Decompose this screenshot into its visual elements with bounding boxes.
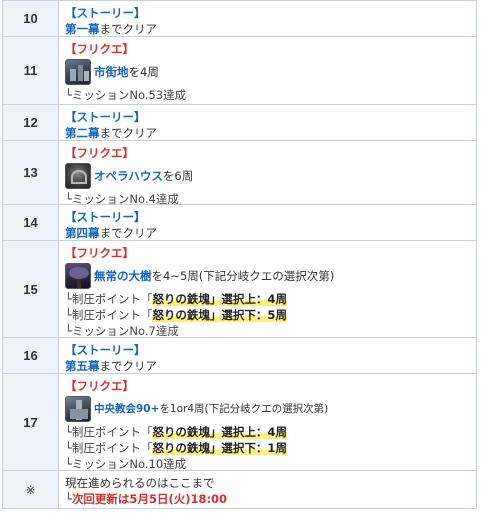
story-tag: 【ストーリー】 [65, 210, 146, 224]
branch-note: └制圧ポイント「怒りの鉄塊」選択下：5周 [65, 308, 287, 322]
row-suffix: までクリア [99, 126, 158, 140]
row-number: 12 [3, 105, 59, 140]
story-link[interactable]: 第四幕 [65, 226, 100, 240]
quest-link[interactable]: オペラハウス [94, 168, 163, 184]
row-suffix: を1or4周(下記分岐クエの選択次第) [159, 403, 329, 415]
row-number: 13 [3, 141, 59, 204]
row-suffix: を4~5周(下記分岐クエの選択次第) [151, 269, 335, 283]
great-tree-thumbnail [65, 263, 91, 289]
row-content: 【フリクエ】 無常の大樹 を4~5周(下記分岐クエの選択次第) └制圧ポイント「怒… [59, 241, 476, 338]
branch-note: └制圧ポイント「怒りの鉄塊」選択下：1周 [65, 441, 287, 455]
story-tag: 【ストーリー】 [65, 343, 146, 357]
row-content: 【ストーリー】 第一幕までクリア [59, 1, 476, 36]
row-suffix: までクリア [99, 22, 158, 36]
table-row: 15 【フリクエ】 無常の大樹 を4~5周(下記分岐クエの選択次第) └制圧ポイン… [2, 241, 477, 338]
mission-note: └ミッションNo.53達成 [65, 88, 187, 102]
row-content: 【ストーリー】 第二幕までクリア [59, 105, 476, 140]
row-number: 11 [3, 37, 59, 104]
table-row: ※ 現在進められるのはここまで └次回更新は5月5日(火)18:00 [2, 471, 477, 509]
progress-table: 10 【ストーリー】 第一幕までクリア 11 【フリクエ】 市街地 を4周 └ミッ… [2, 0, 477, 509]
story-link[interactable]: 第二幕 [65, 126, 100, 140]
quest-link[interactable]: 中央教会90+ [94, 401, 159, 417]
city-thumbnail [65, 59, 91, 85]
row-content: 【ストーリー】 第五幕までクリア [59, 338, 476, 373]
story-tag: 【ストーリー】 [65, 110, 146, 124]
row-content: 【フリクエ】 オペラハウス を6周 └ミッションNo.4達成 [59, 141, 476, 206]
table-row: 16 【ストーリー】 第五幕までクリア [2, 338, 477, 374]
row-suffix: までクリア [99, 359, 158, 373]
row-number: 17 [3, 374, 59, 470]
row-number: 10 [3, 1, 59, 36]
mission-note: └ミッションNo.7達成 [65, 324, 179, 338]
row-content: 【ストーリー】 第四幕までクリア [59, 205, 476, 240]
table-row: 14 【ストーリー】 第四幕までクリア [2, 205, 477, 241]
row-suffix: までクリア [99, 226, 158, 240]
table-row: 11 【フリクエ】 市街地 を4周 └ミッションNo.53達成 [2, 37, 477, 105]
row-number: 16 [3, 338, 59, 373]
table-row: 10 【ストーリー】 第一幕までクリア [2, 1, 477, 37]
row-suffix: を6周 [162, 169, 194, 183]
story-link[interactable]: 第一幕 [65, 22, 100, 36]
next-update-notice: 次回更新は5月5日(火)18:00 [71, 492, 228, 506]
row-number: 14 [3, 205, 59, 240]
progress-note: 現在進められるのはここまで [65, 476, 215, 490]
table-row: 12 【ストーリー】 第二幕までクリア [2, 105, 477, 141]
branch-note: └制圧ポイント「怒りの鉄塊」選択上：4周 [65, 425, 287, 439]
story-tag: 【ストーリー】 [65, 6, 146, 20]
row-content: 現在進められるのはここまで └次回更新は5月5日(火)18:00 [59, 471, 476, 508]
table-row: 17 【フリクエ】 中央教会90+ を1or4周(下記分岐クエの選択次第) └制圧… [2, 374, 477, 471]
quest-tag: 【フリクエ】 [65, 42, 134, 56]
quest-tag: 【フリクエ】 [65, 146, 134, 160]
story-link[interactable]: 第五幕 [65, 359, 100, 373]
quest-link[interactable]: 市街地 [94, 64, 129, 80]
mission-note: └ミッションNo.10達成 [65, 457, 187, 471]
row-content: 【フリクエ】 市街地 を4周 └ミッションNo.53達成 [59, 37, 476, 104]
opera-house-thumbnail [65, 163, 91, 189]
quest-tag: 【フリクエ】 [65, 246, 134, 260]
table-row: 13 【フリクエ】 オペラハウス を6周 └ミッションNo.4達成 [2, 141, 477, 206]
quest-tag: 【フリクエ】 [65, 379, 134, 393]
row-number: ※ [3, 471, 59, 508]
central-church-thumbnail [65, 396, 91, 422]
row-suffix: を4周 [128, 65, 159, 79]
branch-note: └制圧ポイント「怒りの鉄塊」選択上：4周 [65, 292, 287, 306]
quest-link[interactable]: 無常の大樹 [94, 268, 152, 284]
row-number: 15 [3, 241, 59, 337]
row-content: 【フリクエ】 中央教会90+ を1or4周(下記分岐クエの選択次第) └制圧ポイン… [59, 374, 476, 471]
